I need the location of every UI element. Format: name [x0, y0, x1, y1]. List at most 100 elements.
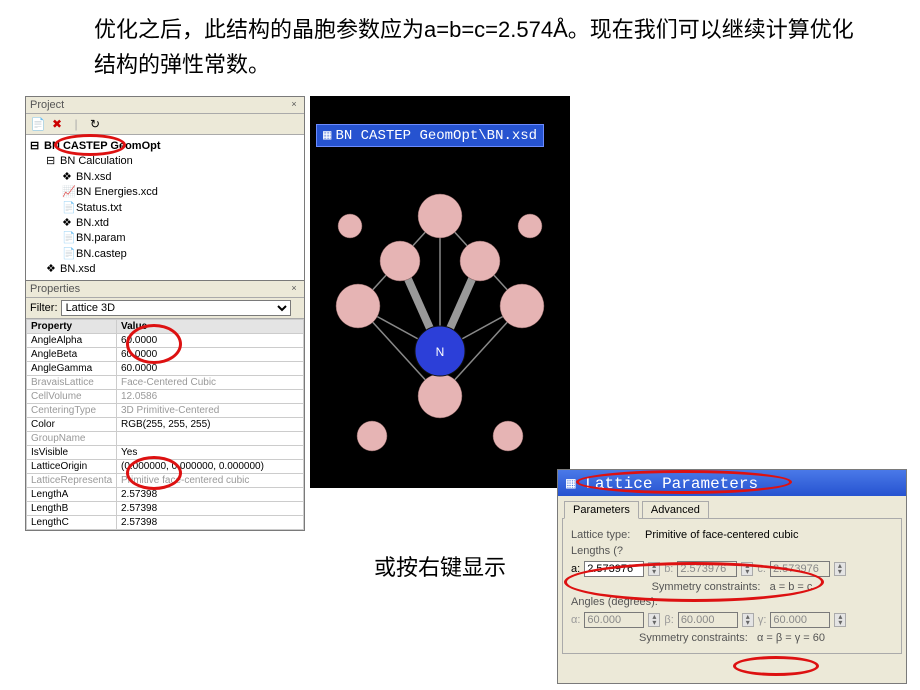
table-row[interactable]: AngleAlpha60.0000: [27, 334, 304, 348]
tree-item[interactable]: ❖BN.xsd: [62, 170, 300, 185]
property-name-cell: LengthA: [27, 488, 117, 502]
table-row[interactable]: LengthB2.57398: [27, 502, 304, 516]
property-name-cell: LatticeOrigin: [27, 460, 117, 474]
project-panel: Project × 📄 ✖ | ↻ ⊟BN CASTEP GeomOpt⊟BN …: [25, 96, 305, 286]
tree-expand-icon[interactable]: 📄: [62, 201, 76, 216]
property-value-cell[interactable]: 12.0586: [117, 390, 304, 404]
tree-expand-icon[interactable]: ⊟: [46, 154, 60, 169]
tree-expand-icon[interactable]: 📈: [62, 185, 76, 200]
property-value-cell[interactable]: 2.57398: [117, 516, 304, 530]
viewer-title-text: BN CASTEP GeomOpt\BN.xsd: [335, 128, 537, 144]
panel-close-button[interactable]: ×: [288, 283, 300, 295]
panel-close-button[interactable]: ×: [288, 99, 300, 111]
close-icon[interactable]: ✖: [49, 116, 65, 132]
refresh-icon[interactable]: ↻: [87, 116, 103, 132]
property-value-cell[interactable]: Face-Centered Cubic: [117, 376, 304, 390]
lattice-parameters-dialog: ▦ Lattice Parameters Parameters Advanced…: [557, 469, 907, 684]
length-constraint-label: Symmetry constraints:: [652, 581, 761, 593]
tree-item-label: BN.param: [76, 232, 126, 244]
length-a-input[interactable]: [584, 561, 644, 577]
tree-item[interactable]: 📄BN.castep: [62, 247, 300, 262]
tree-item-label: Status.txt: [76, 202, 122, 214]
property-value-cell[interactable]: 2.57398: [117, 502, 304, 516]
spinner-icon[interactable]: ▴▾: [648, 562, 660, 575]
project-tree[interactable]: ⊟BN CASTEP GeomOpt⊟BN Calculation❖BN.xsd…: [26, 135, 304, 285]
property-name-cell: CenteringType: [27, 404, 117, 418]
tree-expand-icon[interactable]: ⊟: [30, 139, 44, 154]
divider-icon: |: [68, 116, 84, 132]
property-value-cell[interactable]: 2.57398: [117, 488, 304, 502]
tree-item-label: BN CASTEP GeomOpt: [44, 140, 161, 152]
length-b-label: b:: [664, 563, 673, 575]
angle-gamma-input: [770, 612, 830, 628]
tree-item[interactable]: ⊟BN Calculation: [46, 154, 300, 169]
project-title-text: Project: [30, 99, 64, 111]
table-row[interactable]: IsVisibleYes: [27, 446, 304, 460]
property-name-cell: AngleGamma: [27, 362, 117, 376]
property-value-cell[interactable]: Yes: [117, 446, 304, 460]
properties-title-text: Properties: [30, 283, 80, 295]
filter-select[interactable]: Lattice 3D: [61, 300, 291, 316]
table-row[interactable]: AngleGamma60.0000: [27, 362, 304, 376]
property-value-cell[interactable]: [117, 432, 304, 446]
length-a-label: a:: [571, 563, 580, 575]
tree-item-label: BN Calculation: [60, 155, 133, 167]
property-name-cell: CellVolume: [27, 390, 117, 404]
table-row[interactable]: LengthA2.57398: [27, 488, 304, 502]
table-row[interactable]: BravaisLatticeFace-Centered Cubic: [27, 376, 304, 390]
table-row[interactable]: AngleBeta60.0000: [27, 348, 304, 362]
tab-body: Lattice type: Primitive of face-centered…: [562, 518, 902, 654]
new-doc-icon[interactable]: 📄: [30, 116, 46, 132]
property-value-cell[interactable]: 60.0000: [117, 334, 304, 348]
table-row[interactable]: CellVolume12.0586: [27, 390, 304, 404]
tree-item[interactable]: 📄Status.txt: [62, 201, 300, 216]
lattice-type-label: Lattice type:: [571, 529, 641, 541]
properties-panel: Properties × Filter: Lattice 3D Property…: [25, 280, 305, 531]
window-icon: ▦: [323, 127, 331, 144]
property-name-cell: LatticeRepresenta: [27, 474, 117, 488]
table-row[interactable]: ColorRGB(255, 255, 255): [27, 418, 304, 432]
angle-alpha-input: [584, 612, 644, 628]
property-value-cell[interactable]: 60.0000: [117, 362, 304, 376]
filter-row: Filter: Lattice 3D: [26, 298, 304, 319]
property-name-cell: BravaisLattice: [27, 376, 117, 390]
middle-note: 或按右键显示: [374, 550, 506, 582]
tab-parameters[interactable]: Parameters: [564, 501, 639, 519]
tree-expand-icon[interactable]: ❖: [62, 216, 76, 231]
column-header-property[interactable]: Property: [27, 320, 117, 334]
tree-item[interactable]: ❖BN.xsd: [46, 262, 300, 277]
tree-item[interactable]: ❖BN.xtd: [62, 216, 300, 231]
table-row[interactable]: CenteringType3D Primitive-Centered: [27, 404, 304, 418]
tab-advanced[interactable]: Advanced: [642, 501, 709, 518]
tree-item[interactable]: ⊟BN CASTEP GeomOpt: [30, 139, 300, 154]
lattice-type-value: Primitive of face-centered cubic: [645, 529, 798, 541]
property-value-cell[interactable]: 3D Primitive-Centered: [117, 404, 304, 418]
tree-item[interactable]: 📈BN Energies.xcd: [62, 185, 300, 200]
property-name-cell: LengthB: [27, 502, 117, 516]
tab-strip: Parameters Advanced: [558, 496, 906, 518]
property-value-cell[interactable]: 60.0000: [117, 348, 304, 362]
tree-item[interactable]: 📄BN.param: [62, 231, 300, 246]
spinner-icon: ▴▾: [834, 562, 846, 575]
property-value-cell[interactable]: RGB(255, 255, 255): [117, 418, 304, 432]
angle-constraint-label: Symmetry constraints:: [639, 632, 748, 644]
tree-expand-icon[interactable]: 📄: [62, 247, 76, 262]
property-name-cell: IsVisible: [27, 446, 117, 460]
table-row[interactable]: LengthC2.57398: [27, 516, 304, 530]
viewer-titlebar[interactable]: ▦ BN CASTEP GeomOpt\BN.xsd: [316, 124, 544, 147]
property-value-cell[interactable]: (0.000000, 0.000000, 0.000000): [117, 460, 304, 474]
lattice-dialog-titlebar[interactable]: ▦ Lattice Parameters: [558, 470, 906, 496]
table-row[interactable]: LatticeOrigin(0.000000, 0.000000, 0.0000…: [27, 460, 304, 474]
table-row[interactable]: LatticeRepresentaPrimitive face-centered…: [27, 474, 304, 488]
tree-expand-icon[interactable]: 📄: [62, 231, 76, 246]
property-value-cell[interactable]: Primitive face-centered cubic: [117, 474, 304, 488]
properties-grid[interactable]: Property Value AngleAlpha60.0000AngleBet…: [26, 319, 304, 530]
lengths-section-label: Lengths (?: [571, 545, 893, 557]
tree-expand-icon[interactable]: ❖: [46, 262, 60, 277]
column-header-value[interactable]: Value: [117, 320, 304, 334]
tree-expand-icon[interactable]: ❖: [62, 170, 76, 185]
property-name-cell: AngleAlpha: [27, 334, 117, 348]
tree-item-label: BN.xtd: [76, 217, 109, 229]
table-row[interactable]: GroupName: [27, 432, 304, 446]
structure-viewer[interactable]: N ▦ BN CASTEP GeomOpt\BN.xsd: [310, 96, 570, 488]
